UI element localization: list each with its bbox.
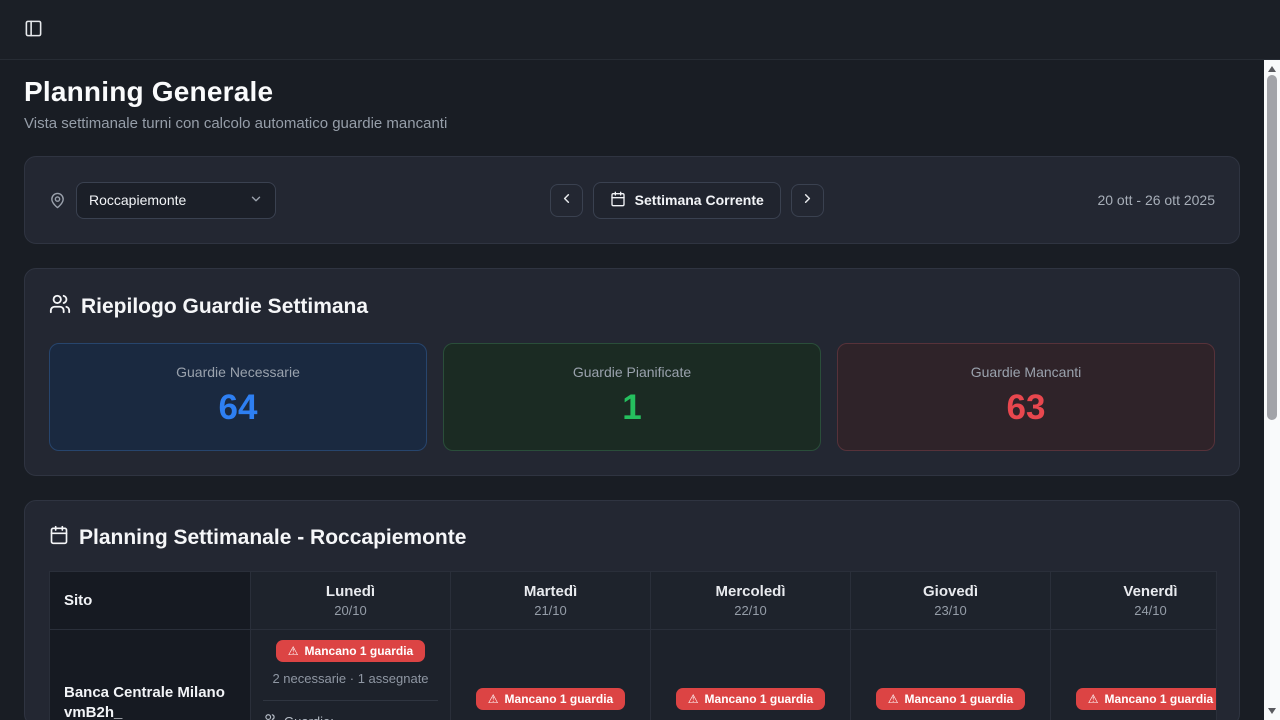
next-week-button[interactable] [791,184,824,217]
missing-guard-badge: ⚠ Mancano 1 guardia [276,640,425,662]
stat-label: Guardie Necessarie [60,364,416,380]
shift-cell-lunedi[interactable]: ⚠ Mancano 1 guardia 2 necessarie · 1 ass… [251,630,451,720]
warning-icon: ⚠ [1088,693,1099,705]
current-week-button[interactable]: Settimana Corrente [593,182,781,219]
planning-table: Sito Lunedì 20/10 Martedì 21/10 Mercoled… [49,571,1217,720]
previous-week-button[interactable] [550,184,583,217]
calendar-icon [610,191,626,210]
week-toolbar: Roccapiemonte [24,156,1240,244]
chevron-down-icon [249,192,263,209]
stat-guardie-necessarie: Guardie Necessarie 64 [49,343,427,451]
planning-title: Planning Settimanale - Roccapiemonte [79,526,466,550]
calendar-icon [49,525,69,551]
stat-label: Guardie Pianificate [454,364,810,380]
stat-guardie-pianificate: Guardie Pianificate 1 [443,343,821,451]
page-title: Planning Generale [24,76,1240,108]
missing-guard-badge: ⚠ Mancano 1 guardia [876,688,1025,710]
scrollbar-down-arrow[interactable] [1264,704,1280,718]
missing-guard-badge: ⚠ Mancano 1 guardia [476,688,625,710]
column-header-lunedi: Lunedì 20/10 [251,572,451,630]
column-header-sito: Sito [50,572,251,630]
planning-card: Planning Settimanale - Roccapiemonte Sit… [24,500,1240,720]
missing-guard-badge: ⚠ Mancano 1 guardia [1076,688,1217,710]
missing-guard-badge: ⚠ Mancano 1 guardia [676,688,825,710]
warning-icon: ⚠ [288,645,299,657]
week-date-range: 20 ott - 26 ott 2025 [1097,192,1215,208]
column-header-mercoledi: Mercoledì 22/10 [651,572,851,630]
shift-cell-martedi[interactable]: ⚠ Mancano 1 guardia 1 necessarie · 0 ass… [451,630,651,720]
vertical-scrollbar[interactable] [1264,60,1280,720]
stat-label: Guardie Mancanti [848,364,1204,380]
column-header-martedi: Martedì 21/10 [451,572,651,630]
stat-value: 1 [454,388,810,428]
panel-left-icon [24,19,43,41]
main-content: Planning Generale Vista settimanale turn… [0,60,1264,720]
divider [263,700,438,701]
chevron-right-icon [800,191,815,209]
table-row: Banca Centrale Milano vmB2h_ ⚠ Mancano 1… [50,630,1217,720]
shift-cell-giovedi[interactable]: ⚠ Mancano 1 guardia 1 necessarie · 0 ass… [851,630,1051,720]
stat-guardie-mancanti: Guardie Mancanti 63 [837,343,1215,451]
page-subtitle: Vista settimanale turni con calcolo auto… [24,115,1240,132]
current-week-button-label: Settimana Corrente [635,192,764,208]
summary-card: Riepilogo Guardie Settimana Guardie Nece… [24,268,1240,476]
guards-label: Guardie: [284,714,334,720]
cell-stats: 2 necessarie · 1 assegnate [272,671,428,686]
location-select-value: Roccapiemonte [89,192,186,208]
map-pin-icon [49,192,66,209]
stat-value: 64 [60,388,416,428]
scrollbar-thumb[interactable] [1267,75,1277,420]
topbar [0,0,1280,60]
warning-icon: ⚠ [888,693,899,705]
chevron-left-icon [559,191,574,209]
shift-cell-venerdi[interactable]: ⚠ Mancano 1 guardia 1 necessarie · 0 ass… [1051,630,1217,720]
scrollbar-up-arrow[interactable] [1264,62,1280,76]
summary-title: Riepilogo Guardie Settimana [81,295,368,319]
users-icon [49,293,71,321]
column-header-venerdi: Venerdì 24/10 [1051,572,1217,630]
warning-icon: ⚠ [488,693,499,705]
warning-icon: ⚠ [688,693,699,705]
users-icon [263,713,277,720]
table-header-row: Sito Lunedì 20/10 Martedì 21/10 Mercoled… [50,572,1217,630]
stat-value: 63 [848,388,1204,428]
shift-cell-mercoledi[interactable]: ⚠ Mancano 1 guardia 1 necessarie · 0 ass… [651,630,851,720]
column-header-giovedi: Giovedì 23/10 [851,572,1051,630]
site-name: Banca Centrale Milano vmB2h_ [64,683,238,720]
sidebar-toggle-button[interactable] [18,15,48,45]
location-select[interactable]: Roccapiemonte [76,182,276,219]
site-cell: Banca Centrale Milano vmB2h_ [50,630,251,720]
